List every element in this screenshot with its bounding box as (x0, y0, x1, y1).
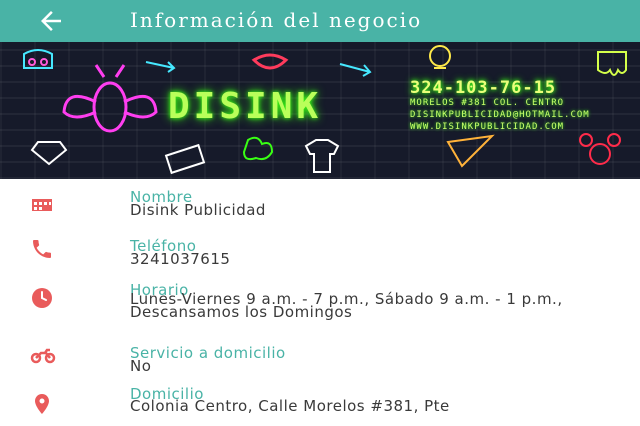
banner-address-text: MORELOS #381 COL. CENTRO (410, 98, 565, 108)
field-horario: Horario Lunes-Viernes 9 a.m. - 7 p.m., S… (0, 281, 640, 341)
field-value[interactable]: 3241037615 (130, 252, 600, 267)
field-value: Lunes-Viernes 9 a.m. - 7 p.m., Sábado 9 … (130, 290, 563, 321)
card-neon-icon (164, 143, 206, 175)
mouse-ears-neon-icon (579, 133, 621, 165)
field-domicilio: Domicilio Colonia Centro, Calle Morelos … (0, 384, 640, 426)
field-telefono: Teléfono 3241037615 (0, 235, 640, 281)
field-nombre: Nombre Disink Publicidad (0, 186, 640, 232)
banner-logo-text: DISINK (168, 86, 323, 127)
arrow-neon-icon (145, 61, 176, 73)
lightbulb-neon-icon (429, 45, 451, 69)
tshirt-neon-icon (304, 139, 340, 173)
field-value: Disink Publicidad (130, 201, 266, 219)
location-pin-icon[interactable] (30, 392, 54, 416)
business-banner-image: DISINK 324-103-76-15 MORELOS #381 COL. C… (0, 42, 640, 179)
drip-neon-icon (597, 51, 627, 76)
phone-icon[interactable] (30, 237, 54, 261)
banner-web-text: WWW.DISINKPUBLICIDAD.COM (410, 122, 565, 132)
splash-neon-icon (242, 136, 274, 161)
clock-icon (32, 288, 52, 308)
fly-neon-icon (62, 64, 158, 133)
lips-neon-icon (251, 53, 289, 70)
banner-email-text: DISINKPUBLICIDAD@HOTMAIL.COM (410, 110, 590, 120)
store-icon (32, 199, 52, 211)
app-bar: Información del negocio (0, 0, 640, 42)
arrow-neon-icon (339, 63, 372, 77)
skull-neon-icon (23, 49, 53, 69)
field-value[interactable]: Colonia Centro, Calle Morelos #381, Pte (130, 399, 600, 414)
banner-phone-text: 324-103-76-15 (410, 78, 557, 98)
field-servicio-domicilio: Servicio a domicilio No (0, 343, 640, 383)
pizza-neon-icon (446, 134, 495, 168)
motorcycle-icon (30, 348, 56, 364)
page-title: Información del negocio (130, 8, 423, 32)
field-value: No (130, 357, 152, 375)
arrow-back-icon[interactable] (36, 6, 66, 36)
diamond-neon-icon (30, 141, 68, 166)
